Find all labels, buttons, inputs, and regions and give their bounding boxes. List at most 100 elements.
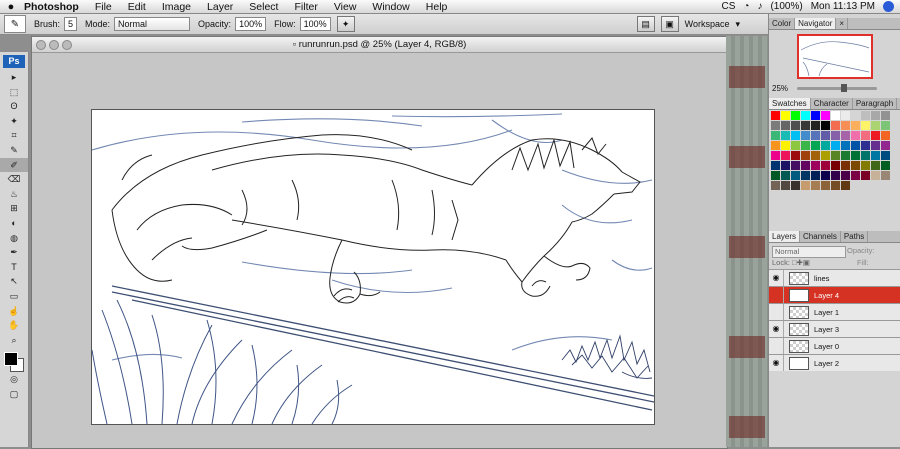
tool-1-icon[interactable]: ⬚: [0, 85, 28, 100]
swatch[interactable]: [781, 111, 790, 120]
wifi-icon[interactable]: ◔: [743, 1, 749, 12]
flow-input[interactable]: 100%: [300, 17, 331, 31]
swatch[interactable]: [771, 121, 780, 130]
swatch[interactable]: [831, 171, 840, 180]
layer-fill-label[interactable]: Fill:: [857, 258, 869, 267]
close-icon[interactable]: ×: [836, 18, 848, 29]
swatch[interactable]: [871, 161, 880, 170]
swatch[interactable]: [821, 161, 830, 170]
tool-6-icon[interactable]: ✐: [0, 158, 28, 173]
swatch[interactable]: [801, 141, 810, 150]
file-browser-button[interactable]: ▣: [661, 16, 679, 32]
swatch[interactable]: [791, 141, 800, 150]
minimize-window-button[interactable]: [49, 40, 59, 50]
tool-18-icon[interactable]: ⌕: [0, 333, 28, 348]
swatch[interactable]: [801, 181, 810, 190]
swatch[interactable]: [791, 131, 800, 140]
layer-row[interactable]: Layer 4: [769, 286, 900, 303]
menu-select[interactable]: Select: [241, 1, 286, 13]
artwork-canvas[interactable]: [91, 109, 655, 425]
swatch[interactable]: [881, 151, 890, 160]
swatch[interactable]: [851, 161, 860, 170]
swatch[interactable]: [861, 131, 870, 140]
tool-14-icon[interactable]: ↖: [0, 274, 28, 289]
swatch[interactable]: [821, 111, 830, 120]
swatch[interactable]: [811, 181, 820, 190]
swatch[interactable]: [861, 111, 870, 120]
swatch[interactable]: [851, 121, 860, 130]
swatch[interactable]: [871, 141, 880, 150]
swatch[interactable]: [811, 111, 820, 120]
swatch[interactable]: [841, 151, 850, 160]
swatch[interactable]: [841, 181, 850, 190]
swatch[interactable]: [881, 131, 890, 140]
menu-window[interactable]: Window: [364, 1, 417, 13]
tool-5-icon[interactable]: ✎: [0, 143, 28, 158]
layer-thumbnail[interactable]: [789, 340, 809, 353]
swatch[interactable]: [771, 151, 780, 160]
volume-icon[interactable]: ♪: [757, 1, 762, 12]
swatch[interactable]: [841, 121, 850, 130]
tool-9-icon[interactable]: ⊞: [0, 201, 28, 216]
screen-mode-icon[interactable]: ▢: [0, 387, 28, 402]
tab-navigator[interactable]: Navigator: [795, 18, 836, 29]
swatch[interactable]: [781, 121, 790, 130]
tab-swatches[interactable]: Swatches: [769, 98, 811, 109]
palette-well-button[interactable]: ▤: [637, 16, 655, 32]
layer-thumbnail[interactable]: [789, 357, 809, 370]
tool-preset-picker[interactable]: ✎: [4, 15, 26, 33]
layer-row[interactable]: Layer 0: [769, 337, 900, 354]
menu-file[interactable]: File: [87, 1, 120, 13]
chevron-down-icon[interactable]: ▾: [735, 19, 740, 30]
layer-name[interactable]: Layer 2: [814, 359, 839, 368]
navigator-thumbnail[interactable]: [797, 34, 873, 79]
menu-help[interactable]: Help: [418, 1, 456, 13]
swatch[interactable]: [811, 151, 820, 160]
tool-2-icon[interactable]: ʘ: [0, 99, 28, 114]
tab-layers[interactable]: Layers: [769, 231, 800, 242]
swatch[interactable]: [831, 141, 840, 150]
layer-name[interactable]: Layer 4: [814, 291, 839, 300]
visibility-eye-icon[interactable]: [769, 304, 784, 320]
brush-size-picker[interactable]: 5: [64, 17, 77, 31]
swatch[interactable]: [781, 151, 790, 160]
layer-thumbnail[interactable]: [789, 306, 809, 319]
swatch[interactable]: [791, 121, 800, 130]
swatch[interactable]: [771, 111, 780, 120]
tab-character[interactable]: Character: [811, 98, 853, 109]
visibility-eye-icon[interactable]: ◉: [769, 321, 784, 337]
swatch[interactable]: [801, 161, 810, 170]
swatch[interactable]: [821, 131, 830, 140]
swatch[interactable]: [821, 141, 830, 150]
swatch[interactable]: [801, 151, 810, 160]
swatch[interactable]: [851, 111, 860, 120]
visibility-eye-icon[interactable]: ◉: [769, 355, 784, 371]
layer-name[interactable]: Layer 0: [814, 342, 839, 351]
swatch[interactable]: [781, 131, 790, 140]
swatch[interactable]: [861, 121, 870, 130]
swatch[interactable]: [781, 171, 790, 180]
spotlight-icon[interactable]: [883, 1, 894, 12]
layer-name[interactable]: Layer 1: [814, 308, 839, 317]
menu-view[interactable]: View: [326, 1, 365, 13]
app-menu[interactable]: Photoshop: [22, 1, 87, 13]
layer-name[interactable]: lines: [814, 274, 829, 283]
tool-17-icon[interactable]: ✋: [0, 318, 28, 333]
layer-row[interactable]: ◉ Layer 3: [769, 320, 900, 337]
swatch[interactable]: [831, 131, 840, 140]
swatch[interactable]: [831, 151, 840, 160]
visibility-eye-icon[interactable]: [769, 338, 784, 354]
navigator-zoom-value[interactable]: 25%: [772, 84, 788, 93]
tool-16-icon[interactable]: ☝: [0, 304, 28, 319]
swatch[interactable]: [831, 161, 840, 170]
swatch[interactable]: [781, 141, 790, 150]
swatch[interactable]: [851, 171, 860, 180]
swatch[interactable]: [821, 121, 830, 130]
swatch[interactable]: [881, 121, 890, 130]
layer-name[interactable]: Layer 3: [814, 325, 839, 334]
menu-filter[interactable]: Filter: [286, 1, 325, 13]
tab-paragraph[interactable]: Paragraph: [853, 98, 897, 109]
swatch[interactable]: [791, 151, 800, 160]
layer-row[interactable]: ◉ Layer 2: [769, 354, 900, 371]
swatch[interactable]: [861, 141, 870, 150]
